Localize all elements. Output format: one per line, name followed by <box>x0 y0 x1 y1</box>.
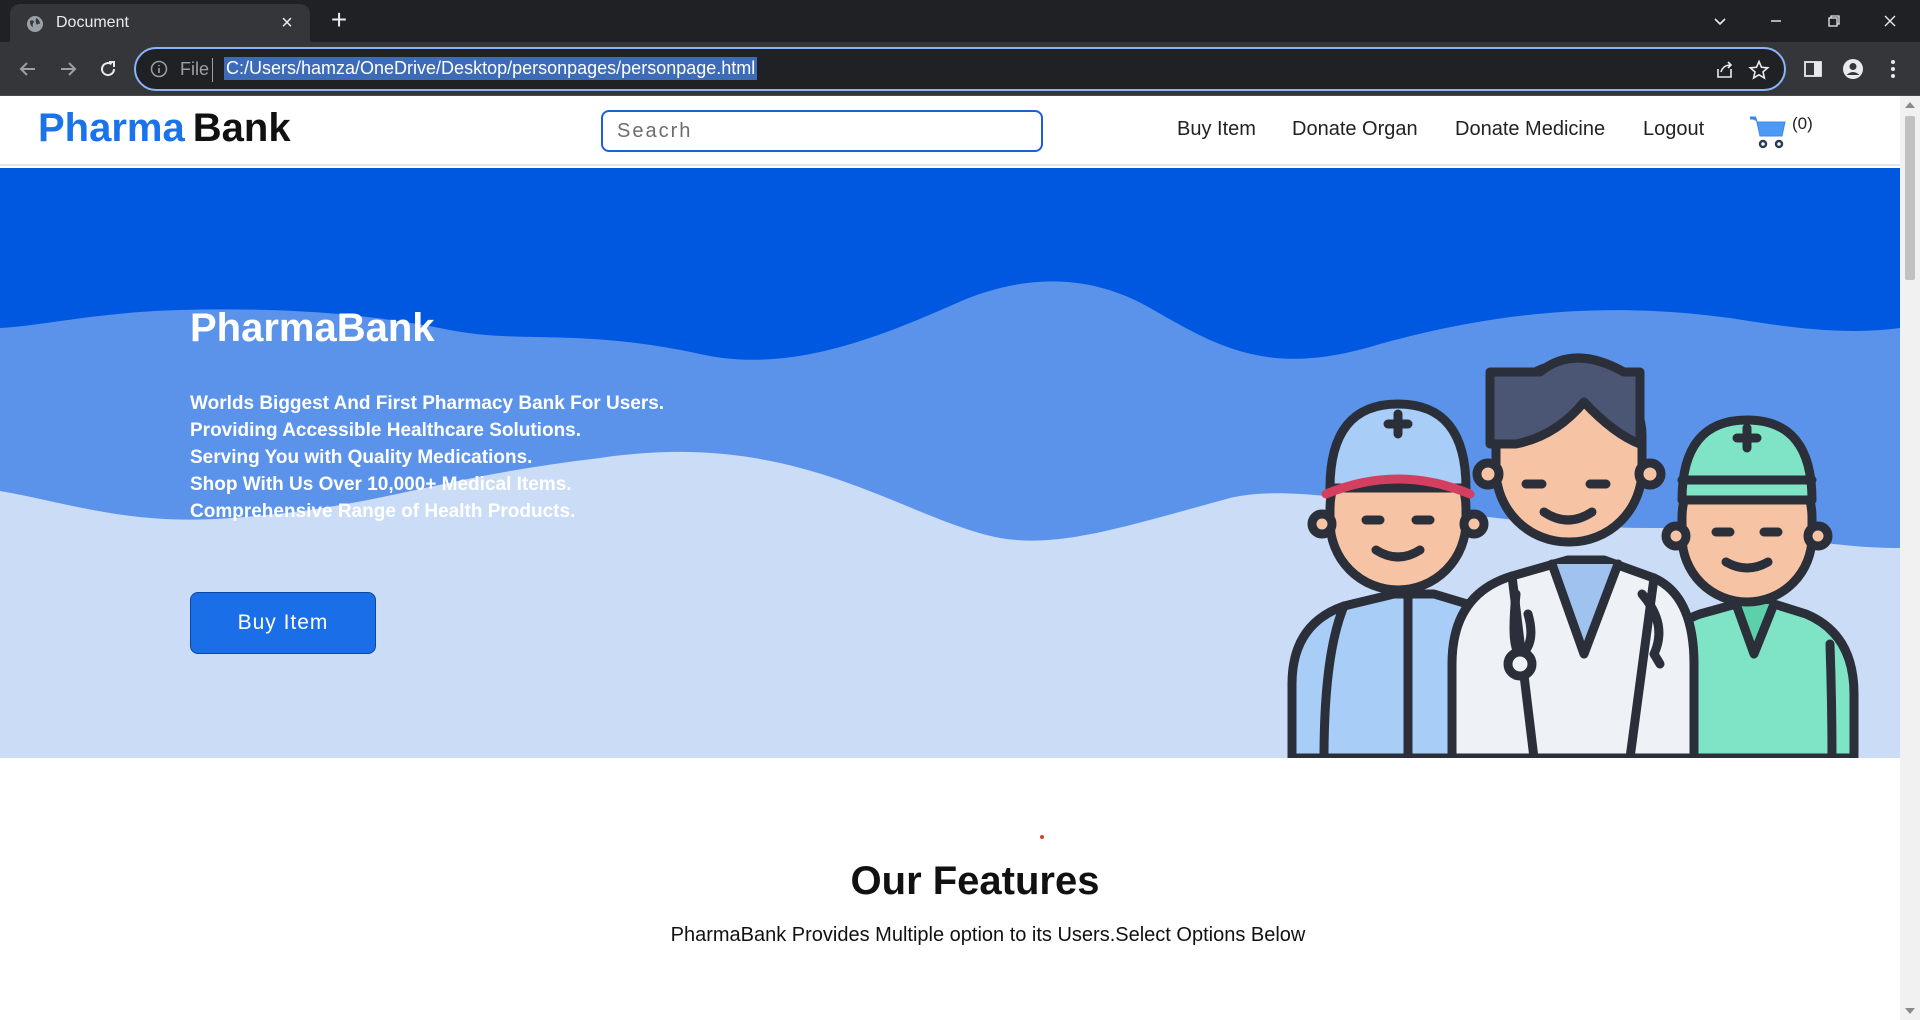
browser-toolbar: File C:/Users/hamza/OneDrive/Desktop/per… <box>0 42 1920 96</box>
info-icon[interactable] <box>150 60 168 78</box>
share-icon[interactable] <box>1714 59 1736 81</box>
hero-tagline: Providing Accessible Healthcare Solution… <box>190 420 582 441</box>
nav-link-donate-organ[interactable]: Donate Organ <box>1292 118 1418 141</box>
hero-tagline: Worlds Biggest And First Pharmacy Bank F… <box>190 393 665 414</box>
close-window-icon[interactable] <box>1862 0 1918 42</box>
browser-menu-dots-icon[interactable] <box>1880 56 1906 82</box>
features-subtitle: PharmaBank Provides Multiple option to i… <box>670 924 1306 946</box>
shopping-cart-icon[interactable] <box>1748 114 1788 150</box>
restore-icon[interactable] <box>1806 0 1862 42</box>
nav-link-logout[interactable]: Logout <box>1643 118 1704 141</box>
nav-link-donate-medicine[interactable]: Donate Medicine <box>1455 118 1605 141</box>
decorative-dot <box>1040 835 1044 839</box>
brand-first-word: Pharma <box>38 106 185 150</box>
browser-tab[interactable]: Document × <box>10 4 310 42</box>
side-panel-icon[interactable] <box>1800 56 1826 82</box>
scroll-up-arrow-icon[interactable] <box>1905 102 1915 108</box>
doctors-illustration <box>1287 353 1859 758</box>
hero-banner: PharmaBank Worlds Biggest And First Phar… <box>0 168 1900 758</box>
features-title: Our Features <box>850 859 1100 903</box>
hero-tagline: Shop With Us Over 10,000+ Medical Items. <box>190 474 572 495</box>
hero-taglines: Worlds Biggest And First Pharmacy Bank F… <box>190 390 664 525</box>
tab-search-chevron-icon[interactable] <box>1692 0 1748 42</box>
hero-title: PharmaBank <box>190 306 435 350</box>
tab-close-icon[interactable]: × <box>276 12 298 34</box>
address-scheme-label: File <box>180 59 210 79</box>
scroll-down-arrow-icon[interactable] <box>1905 1008 1915 1014</box>
reload-icon[interactable] <box>92 53 124 85</box>
bookmark-star-icon[interactable] <box>1748 59 1770 81</box>
globe-icon <box>27 16 43 32</box>
scrollbar-thumb[interactable] <box>1905 116 1915 280</box>
address-url[interactable]: C:/Users/hamza/OneDrive/Desktop/personpa… <box>224 57 758 80</box>
address-bar[interactable]: File C:/Users/hamza/OneDrive/Desktop/per… <box>134 47 1786 91</box>
minimize-icon[interactable] <box>1748 0 1804 42</box>
hero-buy-item-button[interactable]: Buy Item <box>190 592 376 654</box>
nav-link-buy-item[interactable]: Buy Item <box>1177 118 1256 141</box>
back-arrow-icon[interactable] <box>12 53 44 85</box>
page-scrollbar[interactable] <box>1900 96 1920 1020</box>
browser-tab-strip: Document × + <box>0 0 1920 42</box>
search-input[interactable] <box>601 110 1043 152</box>
page-viewport: PharmaBank Buy Item Donate Organ Donate … <box>0 96 1900 1020</box>
forward-arrow-icon[interactable] <box>52 53 84 85</box>
hero-tagline: Comprehensive Range of Health Products. <box>190 501 576 522</box>
brand-logo[interactable]: Pharma Bank <box>38 106 291 151</box>
profile-avatar-icon[interactable] <box>1840 56 1866 82</box>
site-navbar: PharmaBank Buy Item Donate Organ Donate … <box>0 96 1900 166</box>
cart-count: (0) <box>1792 114 1813 133</box>
hero-tagline: Serving You with Quality Medications. <box>190 447 533 468</box>
new-tab-plus-icon[interactable]: + <box>326 6 352 34</box>
address-separator <box>212 58 213 82</box>
brand-second-word: Bank <box>192 106 291 150</box>
tab-title: Document <box>56 14 129 31</box>
